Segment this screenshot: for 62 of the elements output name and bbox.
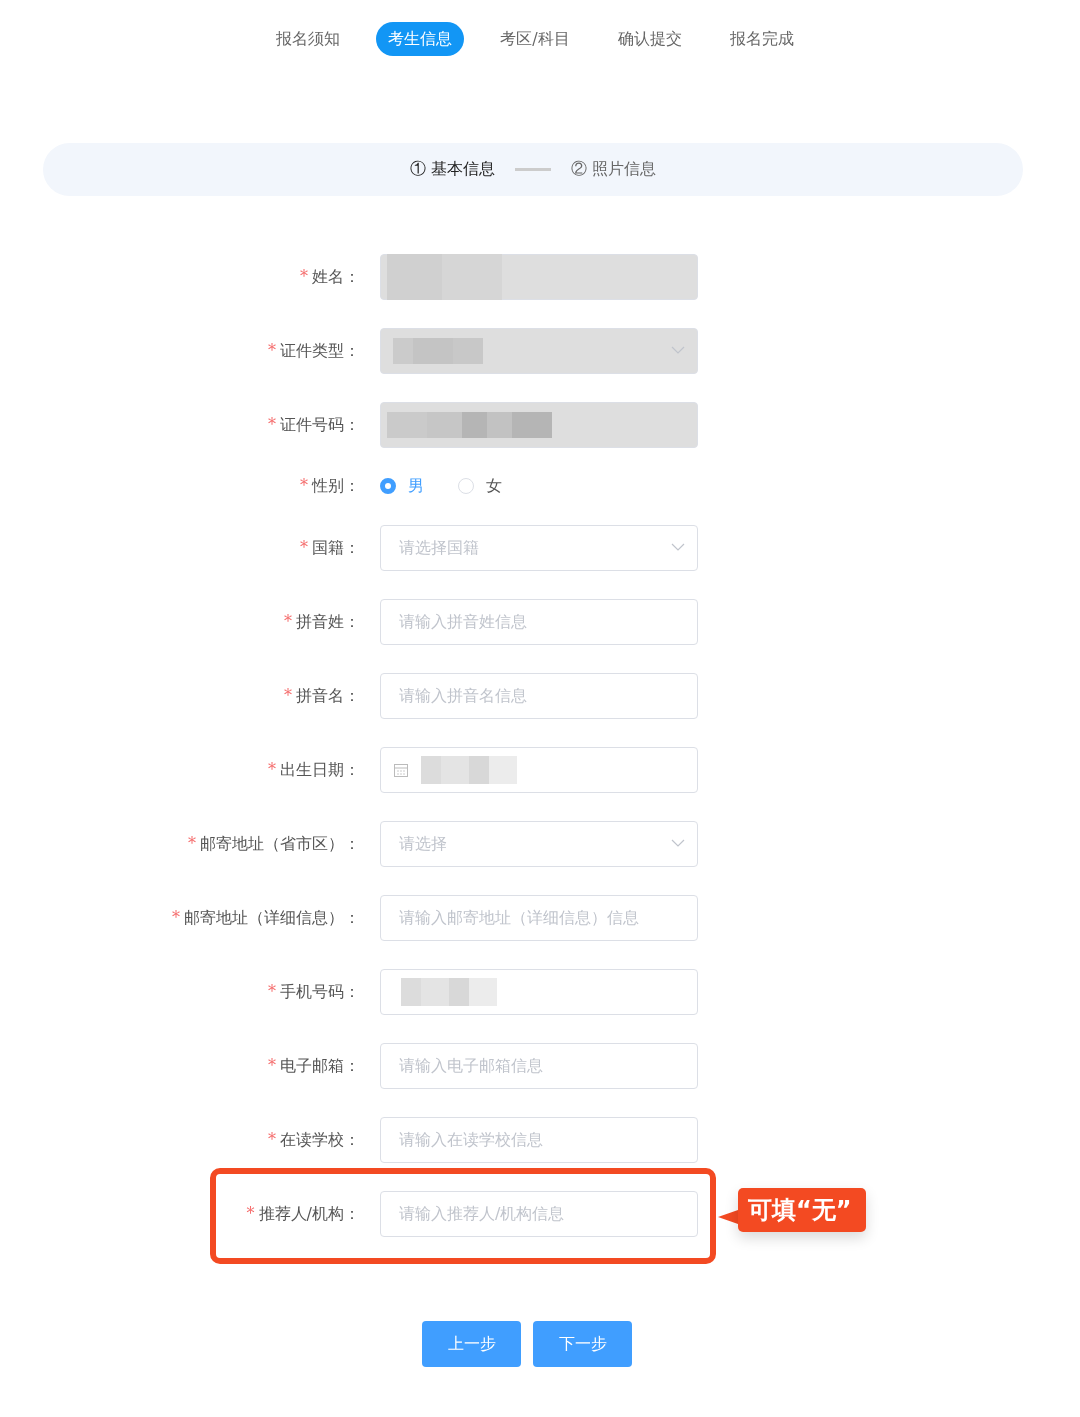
field-label-text: 国籍： bbox=[312, 537, 360, 557]
required-asterisk: * bbox=[284, 611, 292, 631]
required-asterisk: * bbox=[268, 414, 276, 434]
field-label-text: 邮寄地址（省市区）： bbox=[200, 833, 360, 853]
placeholder-text: 请输入拼音名信息 bbox=[399, 685, 527, 707]
field-label-text: 手机号码： bbox=[280, 981, 360, 1001]
radio-option[interactable]: 男 bbox=[380, 475, 424, 497]
chevron-down-icon bbox=[671, 346, 685, 355]
step-tab[interactable]: 确认提交 bbox=[605, 22, 694, 56]
step-button[interactable]: 下一步 bbox=[533, 1321, 632, 1367]
required-asterisk: * bbox=[268, 1055, 276, 1075]
field-label-text: 电子邮箱： bbox=[280, 1055, 360, 1075]
field-label-text: 在读学校： bbox=[280, 1129, 360, 1149]
field-label-text: 证件号码： bbox=[280, 414, 360, 434]
step-button[interactable]: 上一步 bbox=[422, 1321, 521, 1367]
step-tab[interactable]: 报名完成 bbox=[717, 22, 806, 56]
field-label-text: 姓名： bbox=[312, 266, 360, 286]
input-field[interactable]: 请输入电子邮箱信息 bbox=[380, 1043, 698, 1089]
calendar-icon bbox=[393, 762, 409, 778]
input-field[interactable]: 请输入推荐人/机构信息 bbox=[380, 1191, 698, 1237]
required-asterisk: * bbox=[268, 1129, 276, 1149]
select-field[interactable]: 请选择国籍 bbox=[380, 525, 698, 571]
required-asterisk: * bbox=[188, 833, 196, 853]
placeholder-text: 请输入电子邮箱信息 bbox=[399, 1055, 543, 1077]
placeholder-text: 请输入在读学校信息 bbox=[399, 1129, 543, 1151]
field-label-text: 拼音姓： bbox=[296, 611, 360, 631]
field-label-text: 出生日期： bbox=[280, 759, 360, 779]
required-asterisk: * bbox=[300, 537, 308, 557]
required-asterisk: * bbox=[300, 476, 308, 495]
field-label-text: 证件类型： bbox=[280, 340, 360, 360]
input-field[interactable]: 请输入拼音名信息 bbox=[380, 673, 698, 719]
chevron-down-icon bbox=[671, 543, 685, 552]
chevron-down-icon bbox=[671, 839, 685, 848]
field-label-text: 性别： bbox=[312, 476, 360, 495]
substep: ② 照片信息 bbox=[571, 159, 657, 180]
input-field[interactable]: 请输入邮寄地址（详细信息）信息 bbox=[380, 895, 698, 941]
substep: ① 基本信息 bbox=[409, 159, 495, 180]
step-tab[interactable]: 考区/科目 bbox=[488, 22, 582, 56]
input-field[interactable]: 请输入拼音姓信息 bbox=[380, 599, 698, 645]
date-field[interactable] bbox=[380, 747, 698, 793]
select-field[interactable]: 请选择 bbox=[380, 821, 698, 867]
step-tab[interactable]: 报名须知 bbox=[264, 22, 353, 56]
field-label-text: 邮寄地址（详细信息）： bbox=[184, 907, 360, 927]
placeholder-text: 请选择国籍 bbox=[399, 537, 479, 559]
callout-note: 可填“无” bbox=[738, 1188, 866, 1232]
required-asterisk: * bbox=[268, 759, 276, 779]
input-field[interactable]: 请输入在读学校信息 bbox=[380, 1117, 698, 1163]
required-asterisk: * bbox=[246, 1203, 255, 1223]
step-tab[interactable]: 考生信息 bbox=[376, 22, 465, 56]
input-field[interactable] bbox=[380, 969, 698, 1015]
field-label-text: 推荐人/机构： bbox=[258, 1203, 360, 1223]
field-label-text: 拼音名： bbox=[296, 685, 360, 705]
required-asterisk: * bbox=[172, 907, 180, 927]
placeholder-text: 请输入拼音姓信息 bbox=[399, 611, 527, 633]
required-asterisk: * bbox=[284, 685, 292, 705]
placeholder-text: 请输入邮寄地址（详细信息）信息 bbox=[399, 907, 639, 929]
required-asterisk: * bbox=[268, 340, 276, 360]
placeholder-text: 请输入推荐人/机构信息 bbox=[399, 1203, 565, 1225]
radio-option[interactable]: 女 bbox=[458, 475, 502, 497]
placeholder-text: 请选择 bbox=[399, 833, 447, 855]
required-asterisk: * bbox=[300, 266, 308, 286]
required-asterisk: * bbox=[268, 981, 276, 1001]
